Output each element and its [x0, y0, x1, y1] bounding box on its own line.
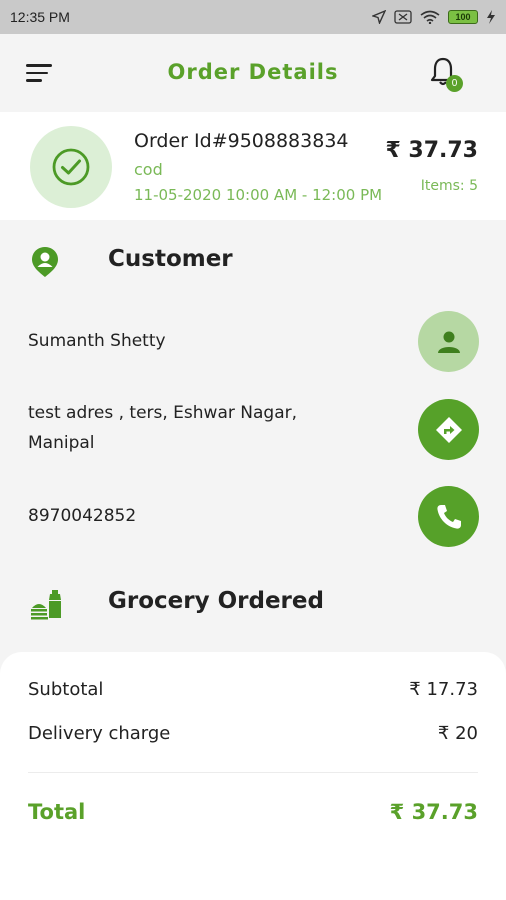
bill-divider	[28, 772, 478, 773]
items-count: Items: 5	[420, 178, 478, 194]
subtotal-label: Subtotal	[28, 679, 104, 700]
delivery-slot: 11-05-2020 10:00 AM - 12:00 PM	[134, 186, 383, 204]
directions-icon	[435, 416, 462, 443]
grocery-section-header: Grocery Ordered	[0, 578, 506, 628]
phone-icon	[436, 504, 461, 529]
app-header: Order Details 0	[0, 34, 506, 112]
customer-address: test adres , ters, Eshwar Nagar, Manipal	[28, 398, 408, 458]
delivery-charge-value: ₹ 20	[437, 723, 478, 744]
payment-mode: cod	[134, 160, 163, 179]
order-status-badge	[30, 126, 112, 208]
location-arrow-icon	[372, 10, 386, 24]
customer-profile-button[interactable]	[418, 311, 479, 372]
call-button[interactable]	[418, 486, 479, 547]
status-bar: 12:35 PM 100	[0, 0, 506, 34]
total-label: Total	[28, 800, 86, 824]
status-time: 12:35 PM	[10, 9, 70, 25]
user-pin-icon	[32, 247, 58, 277]
subtotal-row: Subtotal ₹ 17.73	[28, 679, 478, 700]
notification-count-badge: 0	[446, 75, 463, 92]
check-icon	[52, 148, 90, 186]
battery-indicator: 100	[448, 10, 478, 24]
customer-name: Sumanth Shetty	[28, 331, 166, 351]
delivery-charge-row: Delivery charge ₹ 20	[28, 723, 478, 744]
total-value: ₹ 37.73	[389, 800, 478, 824]
status-icons: 100	[372, 10, 496, 24]
directions-button[interactable]	[418, 399, 479, 460]
charging-icon	[487, 10, 495, 24]
sim-off-icon	[394, 10, 412, 24]
bill-summary-card: Subtotal ₹ 17.73 Delivery charge ₹ 20 To…	[0, 652, 506, 900]
wifi-icon	[420, 10, 440, 24]
food-icon	[31, 590, 61, 620]
notifications-button[interactable]: 0	[428, 56, 464, 92]
person-icon	[437, 331, 460, 353]
customer-section-header: Customer	[0, 236, 506, 286]
customer-phone: 8970042852	[28, 506, 137, 526]
customer-section-title: Customer	[108, 246, 233, 272]
order-amount: ₹ 37.73	[385, 138, 478, 163]
address-line-2: Manipal	[28, 433, 95, 453]
delivery-charge-label: Delivery charge	[28, 723, 171, 744]
address-line-1: test adres , ters, Eshwar Nagar,	[28, 403, 298, 423]
total-row: Total ₹ 37.73	[28, 800, 478, 824]
subtotal-value: ₹ 17.73	[409, 679, 478, 700]
order-id: Order Id#9508883834	[134, 130, 349, 152]
order-summary-card: Order Id#9508883834 cod 11-05-2020 10:00…	[0, 112, 506, 220]
grocery-section-title: Grocery Ordered	[108, 588, 324, 614]
